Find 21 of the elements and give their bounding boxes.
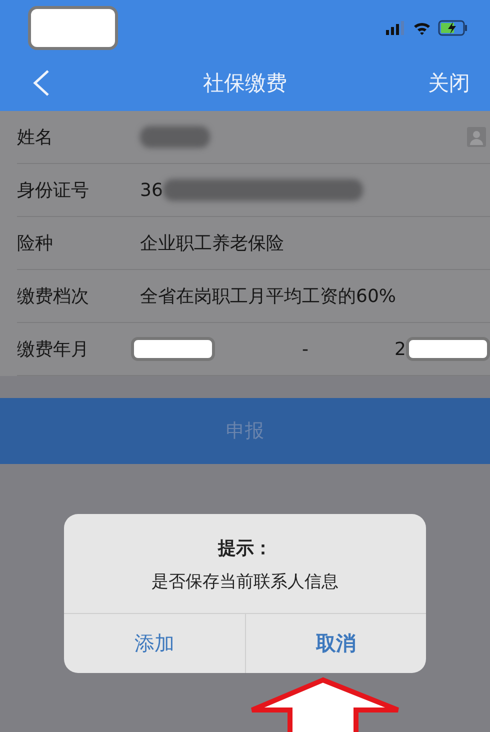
blurred-text [140,126,210,148]
field-label: 缴费档次 [17,285,90,308]
close-button[interactable]: 关闭 [428,69,470,97]
dialog-message: 是否保存当前联系人信息 [150,571,340,593]
dialog-button[interactable]: 取消 [245,614,426,673]
dialog-button[interactable]: 添加 [64,614,245,673]
field-value: 2 [394,338,406,360]
field-value: 企业职工养老保险 [140,232,284,255]
field-label: 缴费年月 [17,338,90,361]
field-value: 全省在岗职工月平均工资的60% [140,285,396,308]
signal-icon [386,20,406,34]
field-label: 险种 [17,232,54,255]
wifi-icon [413,20,431,34]
range-separator: - [302,338,309,360]
dialog-title: 提示： [216,537,273,560]
battery-icon [438,20,468,36]
field-label: 身份证号 [17,179,90,202]
field-label: 姓名 [17,126,54,149]
field-value: 36 [140,180,163,200]
page-title: 社保缴费 [203,70,287,97]
back-icon[interactable] [32,69,50,97]
